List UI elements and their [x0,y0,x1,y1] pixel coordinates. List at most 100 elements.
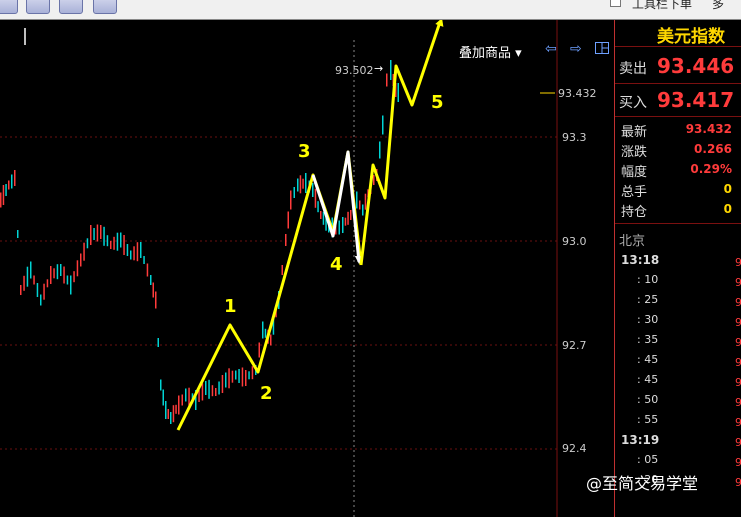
layout-icon[interactable] [595,42,609,58]
buy-price[interactable]: 93.417 [657,88,734,112]
candle [264,328,267,338]
toolbar-more-label[interactable]: 多 [712,0,724,12]
candle [172,405,175,423]
candle [136,242,139,262]
tick-time: : 05 [637,453,659,466]
candle [338,220,340,235]
candle [178,395,180,415]
wave-label-5: 5 [431,92,444,113]
candle [14,170,16,186]
candle [5,184,7,196]
divider [615,46,741,47]
candle [143,256,145,264]
stat-latest-value: 93.432 [685,122,732,136]
candle [167,409,169,419]
stat-change-label: 涨跌 [621,145,648,160]
toolbar-button-2[interactable] [26,0,50,14]
tick-time: : 25 [637,293,659,306]
candle [359,200,361,210]
candle [106,235,109,247]
scroll-right-icon[interactable]: ⇨ [570,41,582,57]
candle [175,404,177,414]
tick-price-fragment: 9 [735,336,741,346]
buy-label: 买入 [619,95,647,111]
candle [93,228,95,240]
candle [73,271,75,283]
candle [66,275,69,285]
tick-time: 13:19 [621,433,660,447]
region-label: 北京 [619,234,646,249]
candle [285,234,287,246]
candle [86,238,89,249]
scroll-left-icon[interactable]: ⇦ [545,41,557,57]
tick-time: 13:18 [621,253,660,267]
candle [33,275,35,285]
candle [100,225,102,239]
candle [60,264,62,276]
candle [43,283,45,300]
candle [347,211,349,225]
stat-volume-value: 0 [723,182,732,196]
wave-label-2: 2 [260,383,273,404]
candle [215,388,217,396]
candle [312,183,314,197]
candle [362,204,364,216]
candle [211,385,214,397]
candle [2,185,5,205]
toolbar-button-4[interactable] [93,0,117,14]
price-label-93-3: 93.3 [562,131,587,144]
candle [350,210,352,220]
candle [63,266,65,284]
sell-price[interactable]: 93.446 [657,54,734,78]
candle [8,180,10,190]
wave-path-white [311,150,361,263]
candle [322,211,325,225]
candle [205,381,207,395]
quote-panel: 美元指数 卖出 93.446 买入 93.417 最新 93.432 涨跌 0.… [614,20,741,517]
candle [123,235,125,255]
divider [615,116,741,117]
candle [302,178,304,189]
candle [320,211,322,219]
candle [46,279,49,288]
candle [241,367,244,387]
tick-price-fragment: 9 [735,456,741,466]
candle [314,188,317,208]
candle [228,368,230,389]
toolbar-order-checkbox[interactable] [610,0,621,7]
tick-price-fragment: 9 [735,376,741,386]
candle [262,321,264,339]
candle [76,260,79,277]
top-toolbar: 工具栏下单 多 [0,0,741,20]
tick-time: : 55 [637,413,659,426]
candle [379,141,381,159]
candle [188,387,190,406]
overlay-product-button[interactable]: 叠加商品 ▾ [459,42,522,61]
candle [225,372,227,388]
candle [305,173,307,193]
candle [11,174,13,189]
toolbar-button-3[interactable] [59,0,83,14]
price-chart[interactable]: 叠加商品 ▾ ⇦ ⇨ 93.3 93.0 92.7 92.4 93.432 93… [0,20,613,517]
candle [56,264,59,280]
peak-arrow-icon: → [374,62,384,75]
candle [165,401,167,419]
candle [290,190,292,210]
candle [293,187,295,198]
candle [235,370,237,380]
candle [170,412,172,424]
price-label-93-0: 93.0 [562,235,587,248]
candle [36,283,39,297]
stat-openint-value: 0 [723,202,732,216]
toolbar-button-1[interactable] [0,0,18,14]
candle [26,266,29,287]
candle [317,201,319,213]
candle [83,242,85,261]
tick-price-fragment: 9 [735,276,741,286]
candle [50,266,52,284]
tick-price-fragment: 9 [735,296,741,306]
candle [258,342,260,358]
wave-label-1: 1 [224,296,237,317]
stat-volume-label: 总手 [621,185,648,200]
candle [20,285,22,295]
